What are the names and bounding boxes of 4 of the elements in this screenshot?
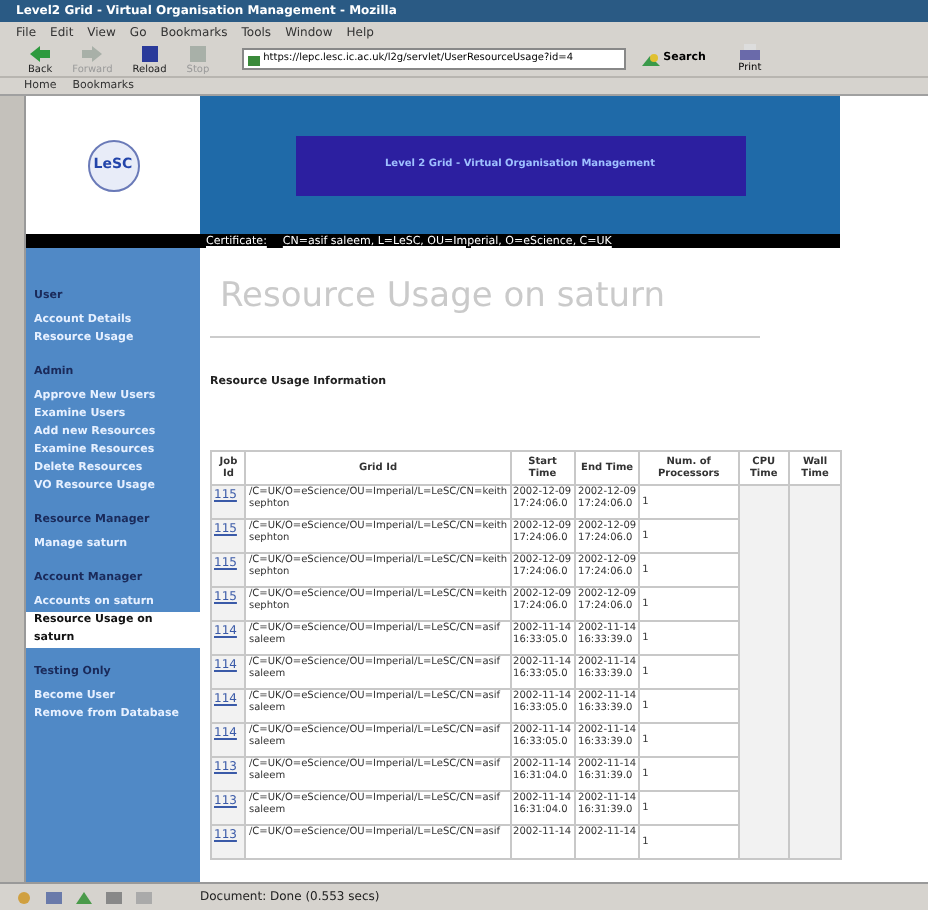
printer-icon <box>737 44 762 62</box>
back-arrow-icon <box>28 43 53 63</box>
status-icons-drawing <box>16 889 156 905</box>
forward-arrow-icon <box>80 43 105 63</box>
